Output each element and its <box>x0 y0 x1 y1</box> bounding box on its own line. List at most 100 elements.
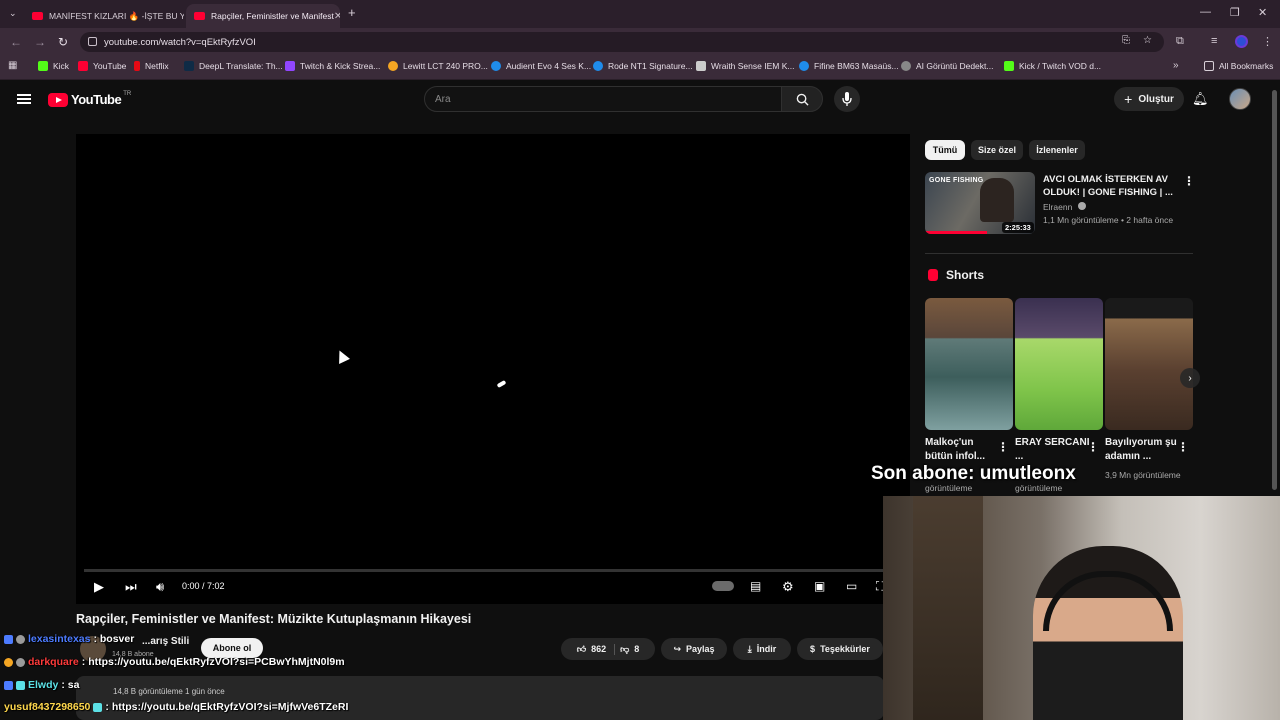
youtube-header: YouTube TR Ara + Oluştur 🔔︎ <box>0 80 1280 120</box>
address-bar[interactable]: youtube.com/watch?v=qEktRyfzVOI ⎘ ☆ <box>80 32 1164 52</box>
dislike-button[interactable]: 👎︎ 8 <box>620 644 639 655</box>
miniplayer-icon[interactable]: ▣ <box>814 579 825 593</box>
short-thumbnail[interactable] <box>1105 298 1193 430</box>
more-actions-icon[interactable]: ⋮ <box>1087 440 1099 454</box>
tab-search-icon[interactable]: ⌄ <box>9 8 17 19</box>
subscribe-button[interactable]: Abone ol <box>201 638 263 658</box>
short-title[interactable]: ERAY SERCANI ... <box>1015 436 1091 464</box>
chat-badge-icon <box>16 634 25 644</box>
play-icon[interactable]: ▶ <box>94 579 104 595</box>
all-bookmarks-button[interactable]: All Bookmarks <box>1204 61 1273 71</box>
netflix-icon <box>134 61 140 71</box>
chip-watched[interactable]: İzlenenler <box>1029 140 1085 160</box>
minimize-icon[interactable]: — <box>1200 6 1211 18</box>
short-title[interactable]: Malkoç'un bütün infol... <box>925 436 1001 464</box>
bookmarks-bar: ▦ Kick YouTube Netflix DeepL Translate: … <box>0 56 1280 80</box>
share-icon: ↪ <box>673 643 681 654</box>
share-button[interactable]: ↪ Paylaş <box>661 638 727 660</box>
close-icon[interactable]: ✕ <box>334 11 340 22</box>
notifications-bell-icon[interactable]: 🔔︎ <box>1192 91 1209 107</box>
plus-icon: + <box>1124 91 1133 107</box>
channel-name[interactable]: ...arış Stili <box>142 636 189 647</box>
short-title[interactable]: Bayılıyorum şu adamın ... <box>1105 436 1181 464</box>
tab-label: MANİFEST KIZLARI 🔥 -İŞTE BU Y <box>49 10 184 21</box>
more-bookmarks-icon[interactable]: » <box>1173 60 1179 71</box>
youtube-logo[interactable]: YouTube TR <box>48 91 131 107</box>
bookmark-twitch-kick[interactable]: Twitch & Kick Strea... <box>285 61 380 71</box>
next-video-icon[interactable]: ⏭︎ <box>125 579 137 595</box>
download-button[interactable]: ⤓ İndir <box>733 638 791 660</box>
apps-grid-icon[interactable]: ▦ <box>8 60 17 71</box>
profile-icon[interactable] <box>1235 35 1248 48</box>
video-progress-bar[interactable] <box>84 569 884 572</box>
bookmark-ai-detector[interactable]: AI Görüntü Dedekt... <box>901 61 993 71</box>
scrollbar-thumb[interactable] <box>1272 90 1277 490</box>
youtube-play-icon <box>48 92 68 107</box>
subtitles-icon[interactable]: ▤ <box>750 579 761 593</box>
shop-icon <box>388 61 398 71</box>
search-input[interactable]: Ara <box>424 86 782 112</box>
avatar[interactable] <box>1229 88 1251 110</box>
like-button[interactable]: 👍︎ 862 <box>577 643 616 655</box>
autoplay-toggle[interactable] <box>712 581 734 591</box>
recommended-title[interactable]: AVCI OLMAK İSTERKEN AV OLDUK! | GONE FIS… <box>1043 173 1178 199</box>
volume-icon[interactable]: 🔊︎ <box>156 579 164 595</box>
bookmark-rode[interactable]: Rode NT1 Signature... <box>593 61 693 71</box>
extensions-icon[interactable]: ⧉ <box>1176 35 1184 48</box>
youtube-favicon-icon <box>194 12 205 20</box>
voice-search-button[interactable] <box>834 86 860 112</box>
back-icon[interactable]: ← <box>10 35 22 49</box>
bookmark-audient[interactable]: Audient Evo 4 Ses K... <box>491 61 591 71</box>
bookmark-deepl[interactable]: DeepL Translate: Th... <box>184 61 283 71</box>
tab-manifest[interactable]: MANİFEST KIZLARI 🔥 -İŞTE BU Y ✕ <box>24 4 184 28</box>
tab-rapciler[interactable]: Rapçiler, Feministler ve Manifest ✕ <box>186 4 340 28</box>
thanks-icon: $ <box>810 644 816 654</box>
more-actions-icon[interactable]: ⋮ <box>997 440 1009 454</box>
new-tab-button[interactable]: + <box>348 5 356 20</box>
bookmark-kick[interactable]: Kick <box>38 61 69 71</box>
install-app-icon[interactable]: ⎘ <box>1122 35 1130 46</box>
chevron-right-icon: › <box>1188 372 1192 384</box>
video-player[interactable] <box>76 134 910 604</box>
site-info-icon[interactable] <box>88 37 97 46</box>
page-scrollbar[interactable] <box>1271 80 1278 500</box>
create-button[interactable]: + Oluştur <box>1114 87 1184 111</box>
chat-message: darkquare : https://youtu.be/qEktRyfzVOI… <box>4 656 345 668</box>
shorts-next-button[interactable]: › <box>1180 368 1200 388</box>
description-box[interactable] <box>76 676 884 720</box>
search-button[interactable] <box>781 86 823 112</box>
reload-icon[interactable]: ↻ <box>58 35 68 49</box>
hamburger-menu-icon[interactable] <box>17 94 31 104</box>
theater-mode-icon[interactable]: ▭ <box>846 579 857 593</box>
bookmark-lewitt[interactable]: Lewitt LCT 240 PRO... <box>388 61 488 71</box>
bookmark-netflix[interactable]: Netflix <box>134 61 169 71</box>
short-thumbnail[interactable] <box>1015 298 1103 430</box>
shorts-logo-icon <box>928 269 938 281</box>
kick-icon <box>38 61 48 71</box>
media-icon[interactable]: ≡ <box>1211 35 1217 47</box>
bookmark-wraith[interactable]: Wraith Sense IEM K... <box>696 61 794 71</box>
bookmark-vod[interactable]: Kick / Twitch VOD d... <box>1004 61 1101 71</box>
menu-icon[interactable]: ⋮ <box>1262 35 1273 48</box>
chip-for-you[interactable]: Size özel <box>971 140 1023 160</box>
time-display: 0:00 / 7:02 <box>182 581 225 591</box>
bookmark-star-icon[interactable]: ☆ <box>1143 35 1152 46</box>
more-actions-icon[interactable]: ⋮ <box>1183 174 1195 188</box>
bookmark-fifine[interactable]: Fifine BM63 Masaüs... <box>799 61 899 71</box>
close-window-icon[interactable]: ✕ <box>1258 6 1267 19</box>
search-placeholder: Ara <box>435 93 451 105</box>
restore-icon[interactable]: ❐ <box>1230 6 1240 19</box>
like-dislike-group: 👍︎ 862 👎︎ 8 <box>561 638 655 660</box>
chat-message: lexasintexas : bosver <box>4 633 134 645</box>
chip-all[interactable]: Tümü <box>925 140 965 160</box>
more-actions-icon[interactable]: ⋮ <box>1177 440 1189 454</box>
youtube-icon <box>78 61 88 71</box>
recommended-channel[interactable]: Elraenn <box>1043 202 1086 212</box>
forward-icon[interactable]: → <box>34 35 46 49</box>
short-thumbnail[interactable] <box>925 298 1013 430</box>
thanks-button[interactable]: $ Teşekkürler <box>797 638 883 660</box>
check-shield-icon <box>799 61 809 71</box>
settings-gear-icon[interactable]: ⚙ <box>782 579 794 595</box>
download-icon: ⤓ <box>747 643 752 654</box>
bookmark-youtube[interactable]: YouTube <box>78 61 126 71</box>
